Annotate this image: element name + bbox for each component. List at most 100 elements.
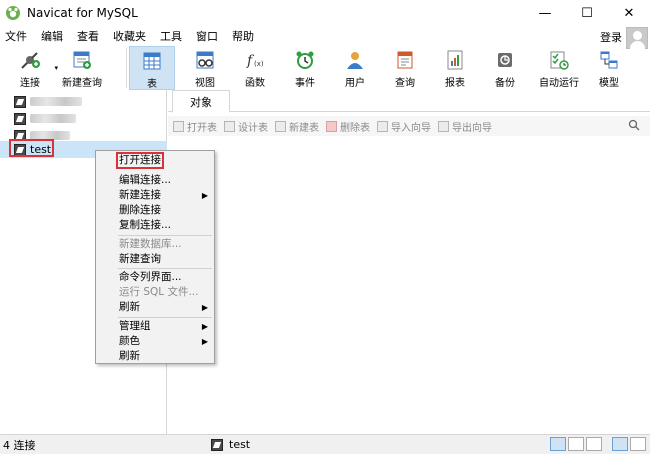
export-icon xyxy=(438,120,449,132)
report-icon xyxy=(444,49,466,71)
connect-icon xyxy=(19,49,41,71)
menu-delete-connection[interactable]: 删除连接 xyxy=(96,203,214,218)
event-label: 事件 xyxy=(295,78,315,89)
connection-item[interactable] xyxy=(0,93,167,110)
title-bar: Navicat for MySQL — ☐ ✕ xyxy=(0,0,650,26)
close-button[interactable]: ✕ xyxy=(608,0,650,26)
event-button[interactable]: 事件 xyxy=(283,46,327,90)
minimize-button[interactable]: — xyxy=(524,0,566,26)
login-link[interactable]: 登录 xyxy=(600,29,622,45)
current-connection: test xyxy=(211,438,250,451)
new-table-label: 新建表 xyxy=(289,122,319,134)
menu-refresh[interactable]: 刷新 xyxy=(96,349,214,364)
menu-view[interactable]: 查看 xyxy=(72,28,108,44)
view-button[interactable]: 视图 xyxy=(183,46,227,90)
export-wizard-button[interactable]: 导出向导 xyxy=(438,119,492,134)
user-button[interactable]: 用户 xyxy=(333,46,377,90)
auto-run-icon xyxy=(548,49,570,71)
view-icon xyxy=(194,49,216,71)
object-panel: 对象 打开表 设计表 新建表 删除表 导入向导 导出向导 xyxy=(168,90,650,434)
menu-refresh-submenu-label: 刷新 xyxy=(119,301,140,313)
menu-favorites[interactable]: 收藏夹 xyxy=(108,28,155,44)
context-menu: 打开连接 编辑连接... 新建连接 ▶ 删除连接 复制连接... 新建数据库...… xyxy=(95,150,215,364)
menu-color[interactable]: 颜色 ▶ xyxy=(96,334,214,349)
menu-new-database[interactable]: 新建数据库... xyxy=(96,237,214,252)
svg-text:(x): (x) xyxy=(254,60,264,68)
redacted-connection-name xyxy=(30,97,82,106)
connection-item[interactable] xyxy=(0,110,167,127)
menu-window[interactable]: 窗口 xyxy=(191,28,227,44)
design-table-icon xyxy=(224,120,235,132)
menu-command-line[interactable]: 命令列界面... xyxy=(96,270,214,285)
menu-manage-group[interactable]: 管理组 ▶ xyxy=(96,319,214,334)
open-table-button[interactable]: 打开表 xyxy=(173,119,217,134)
current-connection-name: test xyxy=(229,438,251,451)
auto-run-button[interactable]: 自动运行 xyxy=(533,46,585,90)
connection-icon xyxy=(14,95,26,108)
menu-new-connection-label: 新建连接 xyxy=(119,189,161,201)
menu-separator xyxy=(118,268,212,269)
query-icon xyxy=(394,49,416,71)
query-button[interactable]: 查询 xyxy=(383,46,427,90)
table-label: 表 xyxy=(147,79,157,90)
submenu-arrow-icon: ▶ xyxy=(201,322,208,331)
object-toolbar: 打开表 设计表 新建表 删除表 导入向导 导出向导 xyxy=(168,116,650,136)
list-view-icon[interactable] xyxy=(568,437,584,451)
delete-table-icon xyxy=(326,120,337,132)
connect-dropdown-icon[interactable]: ▾ xyxy=(54,64,58,72)
menu-refresh-submenu[interactable]: 刷新 ▶ xyxy=(96,300,214,315)
highlight-box xyxy=(9,139,54,157)
new-table-button[interactable]: 新建表 xyxy=(275,119,319,134)
menu-new-connection[interactable]: 新建连接 ▶ xyxy=(96,188,214,203)
import-wizard-label: 导入向导 xyxy=(391,122,431,134)
navicat-logo-icon xyxy=(6,6,20,20)
open-table-label: 打开表 xyxy=(187,122,217,134)
submenu-arrow-icon: ▶ xyxy=(201,191,208,200)
detail-view-icon[interactable] xyxy=(586,437,602,451)
backup-icon xyxy=(494,49,516,71)
menu-edit-connection[interactable]: 编辑连接... xyxy=(96,173,214,188)
search-icon[interactable] xyxy=(628,119,640,131)
connection-count: 4 连接 xyxy=(3,438,36,452)
model-label: 模型 xyxy=(599,78,619,89)
left-pane-toggle-icon[interactable] xyxy=(612,437,628,451)
export-wizard-label: 导出向导 xyxy=(452,122,492,134)
open-table-icon xyxy=(173,120,184,132)
import-icon xyxy=(377,120,388,132)
function-icon: f (x) xyxy=(244,49,266,71)
connection-icon xyxy=(14,112,26,125)
menu-edit[interactable]: 编辑 xyxy=(36,28,72,44)
table-button[interactable]: 表 xyxy=(129,46,175,90)
menu-run-sql-file[interactable]: 运行 SQL 文件... xyxy=(96,285,214,300)
user-icon xyxy=(344,49,366,71)
import-wizard-button[interactable]: 导入向导 xyxy=(377,119,431,134)
connection-icon xyxy=(211,438,223,451)
submenu-arrow-icon: ▶ xyxy=(201,337,208,346)
function-button[interactable]: f (x) 函数 xyxy=(233,46,277,90)
new-query-button[interactable]: 新建查询 xyxy=(60,46,104,90)
maximize-button[interactable]: ☐ xyxy=(566,0,608,26)
delete-table-button[interactable]: 删除表 xyxy=(326,119,370,134)
right-pane-toggle-icon[interactable] xyxy=(630,437,646,451)
menu-file[interactable]: 文件 xyxy=(0,28,36,44)
delete-table-label: 删除表 xyxy=(340,122,370,134)
tab-objects[interactable]: 对象 xyxy=(172,90,230,113)
backup-button[interactable]: 备份 xyxy=(483,46,527,90)
model-button[interactable]: 模型 xyxy=(587,46,631,90)
design-table-button[interactable]: 设计表 xyxy=(224,119,268,134)
report-button[interactable]: 报表 xyxy=(433,46,477,90)
menu-manage-group-label: 管理组 xyxy=(119,320,151,332)
menu-help[interactable]: 帮助 xyxy=(227,28,263,44)
menu-tools[interactable]: 工具 xyxy=(155,28,191,44)
menu-new-query[interactable]: 新建查询 xyxy=(96,252,214,267)
grid-view-icon[interactable] xyxy=(550,437,566,451)
new-query-icon xyxy=(71,49,93,71)
menu-bar: 文件 编辑 查看 收藏夹 工具 窗口 帮助 xyxy=(0,26,650,46)
menu-open-connection[interactable]: 打开连接 xyxy=(96,153,214,168)
user-label: 用户 xyxy=(345,78,365,89)
table-icon xyxy=(141,50,163,72)
redacted-connection-name xyxy=(30,114,76,123)
design-table-label: 设计表 xyxy=(238,122,268,134)
connect-button[interactable]: 连接 ▾ xyxy=(8,46,58,90)
menu-copy-connection[interactable]: 复制连接... xyxy=(96,218,214,233)
